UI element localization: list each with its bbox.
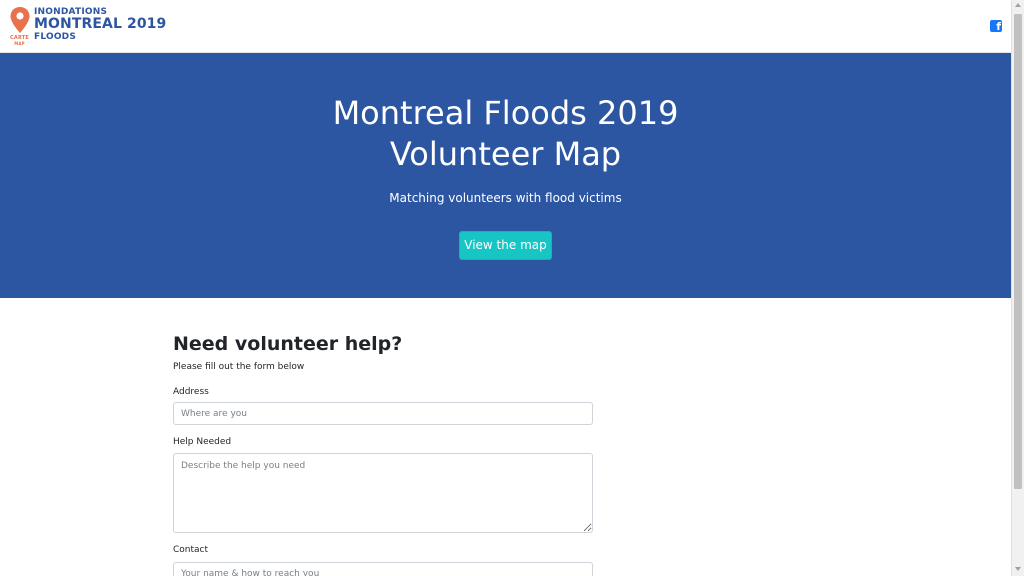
form-title: Need volunteer help? xyxy=(173,333,403,355)
address-label: Address xyxy=(173,387,209,397)
hero-title-line-1: Montreal Floods 2019 xyxy=(332,94,679,132)
scroll-down-arrow-icon[interactable] xyxy=(1015,567,1021,571)
logo-wordmark: INONDATIONS MONTREAL 2019 FLOODS xyxy=(34,7,166,42)
help-request-form: Need volunteer help? Please fill out the… xyxy=(173,332,593,576)
hero-banner: Montreal Floods 2019 Volunteer Map Match… xyxy=(0,53,1011,298)
page: CARTE MAP INONDATIONS MONTREAL 2019 FLOO… xyxy=(0,0,1011,576)
site-logo[interactable]: CARTE MAP INONDATIONS MONTREAL 2019 FLOO… xyxy=(8,6,168,46)
map-pin-icon xyxy=(10,7,30,33)
contact-label: Contact xyxy=(173,545,209,555)
navbar: CARTE MAP INONDATIONS MONTREAL 2019 FLOO… xyxy=(0,0,1011,53)
hero-title-line-2: Volunteer Map xyxy=(389,135,622,173)
facebook-icon[interactable]: f xyxy=(990,20,1002,33)
logo-line-3: FLOODS xyxy=(34,32,77,42)
hero-subtitle: Matching volunteers with flood victims xyxy=(389,191,622,205)
help-needed-textarea[interactable] xyxy=(173,453,593,533)
scrollbar-thumb[interactable] xyxy=(1014,14,1022,489)
logo-pin-label: CARTE MAP xyxy=(10,35,29,46)
logo-line-2: MONTREAL 2019 xyxy=(34,16,167,32)
form-description: Please fill out the form below xyxy=(173,362,305,372)
view-map-button[interactable]: View the map xyxy=(459,231,552,260)
vertical-scrollbar[interactable] xyxy=(1011,0,1024,576)
hero-title: Montreal Floods 2019 Volunteer Map xyxy=(0,93,1011,175)
contact-input[interactable] xyxy=(173,562,593,576)
help-needed-label: Help Needed xyxy=(173,437,232,447)
scroll-up-arrow-icon[interactable] xyxy=(1015,3,1021,7)
address-input[interactable] xyxy=(173,402,593,425)
